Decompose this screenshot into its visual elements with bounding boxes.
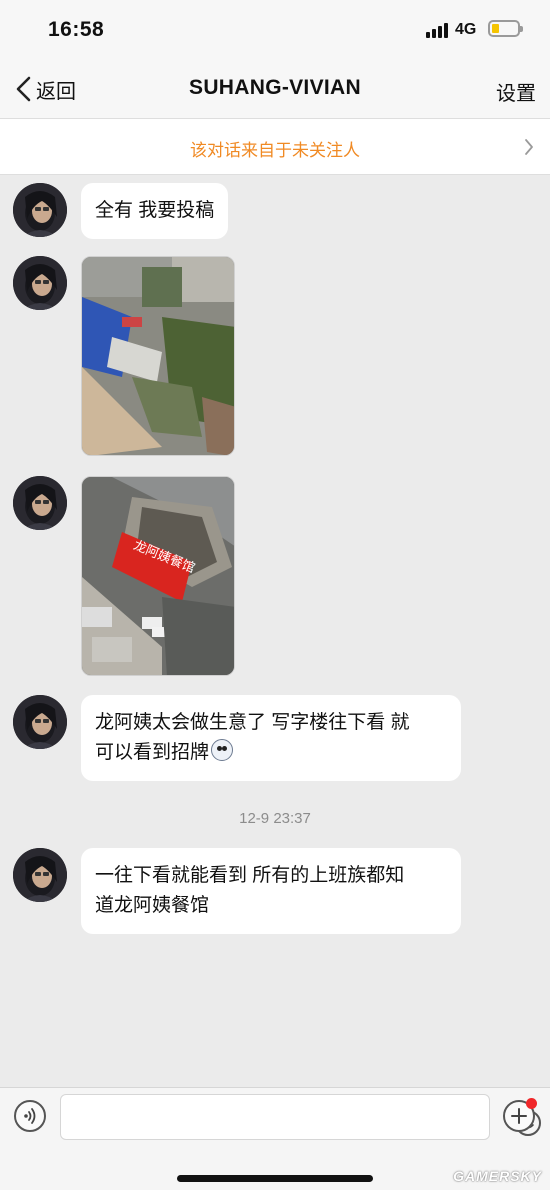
network-type: 4G [455,21,477,38]
message-timestamp: 12-9 23:37 [239,810,311,827]
voice-icon [24,1108,36,1124]
message-bubble[interactable]: 龙阿姨太会做生意了 写字楼往下看 就 可以看到招牌 [81,695,461,781]
status-time: 16:58 [48,18,105,41]
message-text: 全有 我要投稿 [95,200,215,221]
message-text-line: 一往下看就能看到 所有的上班族都知 [95,865,405,886]
nav-bar: 返回 SUHANG-VIVIAN 设置 [0,60,550,118]
home-indicator[interactable] [177,1175,373,1182]
stranger-notice-text: 该对话来自于未关注人 [190,141,360,160]
message-bubble[interactable]: 全有 我要投稿 [81,183,229,239]
message-text-line: 可以看到招牌 [95,742,210,763]
notification-dot [526,1098,537,1109]
message-input[interactable] [60,1094,541,1140]
message-text-line: 道龙阿姨餐馆 [95,895,210,916]
avatar[interactable] [13,848,67,902]
avatar[interactable] [13,695,67,749]
photo-message[interactable] [81,256,235,456]
shocked-face-icon [211,739,234,761]
message-bubble[interactable]: 一往下看就能看到 所有的上班族都知 道龙阿姨餐馆 [81,848,461,934]
avatar[interactable] [13,256,67,310]
input-bar: GAMERSKY [0,1087,550,1190]
avatar[interactable] [13,183,67,237]
voice-button[interactable] [14,1100,46,1132]
restaurant-sign-photo: 龙阿姨餐馆 [82,477,234,675]
status-bar: 16:58 4G [0,0,550,60]
chat-title: SUHANG-VIVIAN [189,76,361,99]
signal-icon [426,22,448,38]
aerial-building-photo [82,257,234,455]
battery-icon [488,20,523,37]
stranger-notice-bar[interactable]: 该对话来自于未关注人 [0,118,550,175]
avatar[interactable] [13,476,67,530]
message-text-line: 龙阿姨太会做生意了 写字楼往下看 就 [95,712,410,733]
photo-message[interactable]: 龙阿姨餐馆 [81,476,235,676]
watermark: GAMERSKY [453,1168,542,1184]
settings-button[interactable]: 设置 [496,77,536,106]
chevron-right-icon [525,139,533,155]
